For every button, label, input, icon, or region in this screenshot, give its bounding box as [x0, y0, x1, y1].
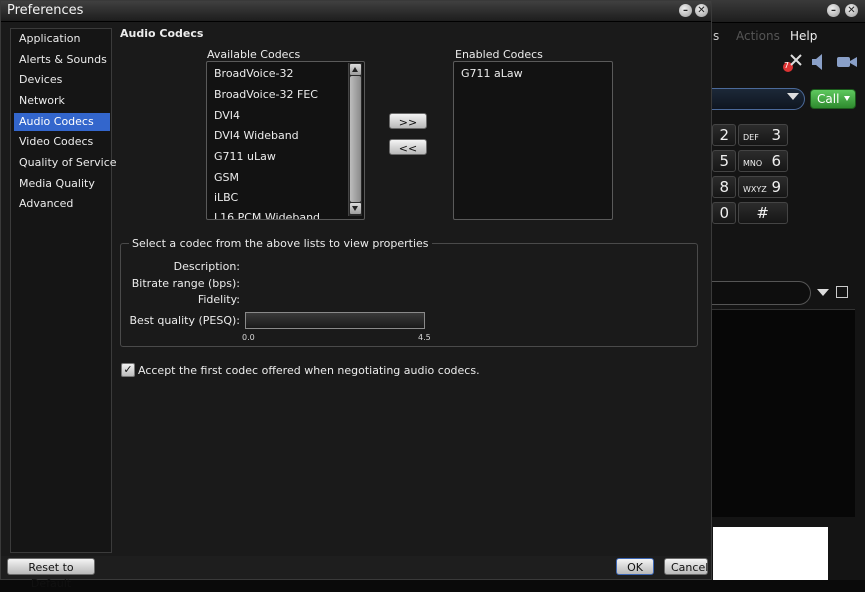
dialog-footer: [1, 556, 711, 579]
scroll-up-icon[interactable]: [350, 64, 361, 75]
available-codecs-list[interactable]: BroadVoice-32 BroadVoice-32 FEC DVI4 DVI…: [206, 61, 365, 220]
list-item[interactable]: L16 PCM Wideband: [214, 211, 320, 219]
enabled-codecs-list[interactable]: G711 aLaw: [453, 61, 613, 220]
menu-item-actions[interactable]: Actions: [736, 29, 780, 43]
contact-search-field[interactable]: [712, 281, 811, 305]
sidebar-item-alerts-sounds[interactable]: Alerts & Sounds: [14, 51, 110, 69]
chevron-down-icon[interactable]: [787, 93, 799, 100]
call-button[interactable]: Call: [810, 89, 856, 109]
list-item[interactable]: G711 aLaw: [461, 67, 523, 80]
preferences-dialog: Preferences – ✕ Application Alerts & Sou…: [0, 0, 712, 590]
pesq-quality-bar: [245, 312, 425, 329]
reset-to-default-button[interactable]: Reset to Default: [7, 558, 95, 590]
codec-properties-legend: Select a codec from the above lists to v…: [129, 237, 432, 250]
list-item[interactable]: DVI4: [214, 109, 240, 122]
keypad-key-0[interactable]: 0: [712, 202, 736, 224]
minimize-icon[interactable]: –: [679, 4, 692, 17]
cancel-button[interactable]: Cancel: [664, 558, 708, 575]
description-label: Description:: [173, 260, 240, 273]
bitrate-range-label: Bitrate range (bps):: [131, 277, 240, 290]
menu-item-partial[interactable]: s: [713, 29, 719, 43]
video-camera-icon[interactable]: [836, 54, 858, 74]
available-codecs-scrollbar[interactable]: [348, 63, 362, 216]
pesq-label: Best quality (PESQ):: [129, 314, 241, 327]
sidebar-item-advanced[interactable]: Advanced: [14, 195, 110, 213]
keypad-key-3[interactable]: DEF 3: [738, 124, 788, 146]
list-item[interactable]: BroadVoice-32 FEC: [214, 88, 318, 101]
ok-button[interactable]: OK: [616, 558, 654, 575]
close-icon[interactable]: ✕: [695, 4, 708, 17]
keypad-key-8[interactable]: 8: [712, 176, 736, 198]
scroll-down-icon[interactable]: [350, 203, 361, 214]
accept-first-codec-checkbox[interactable]: ✓: [121, 363, 135, 377]
pesq-min-tick: 0.0: [242, 333, 255, 342]
menu-item-help[interactable]: Help: [790, 29, 817, 43]
keypad-key-2[interactable]: 2: [712, 124, 736, 146]
minimize-icon[interactable]: –: [827, 4, 840, 17]
sidebar-item-quality-of-service[interactable]: Quality of Service: [14, 154, 117, 172]
section-title: Audio Codecs: [120, 27, 204, 40]
contacts-panel: [712, 309, 855, 517]
background-blank-area: [713, 527, 828, 580]
sidebar-item-application[interactable]: Application: [14, 30, 110, 48]
popout-icon[interactable]: [836, 286, 848, 298]
sidebar-item-media-quality[interactable]: Media Quality: [14, 175, 110, 193]
sidebar-item-audio-codecs[interactable]: Audio Codecs: [14, 113, 110, 131]
chevron-down-icon[interactable]: [817, 289, 829, 296]
sidebar-item-devices[interactable]: Devices: [14, 71, 110, 89]
available-codecs-label: Available Codecs: [207, 48, 301, 61]
sidebar-item-network[interactable]: Network: [14, 92, 110, 110]
close-icon[interactable]: ✕: [845, 4, 858, 17]
background-titlebar: – ✕: [700, 0, 865, 23]
fidelity-label: Fidelity:: [197, 293, 240, 306]
pesq-max-tick: 4.5: [418, 333, 431, 342]
list-item[interactable]: iLBC: [214, 191, 238, 204]
keypad-key-6[interactable]: MNO 6: [738, 150, 788, 172]
disable-codec-button[interactable]: <<: [389, 139, 427, 155]
scrollbar-thumb[interactable]: [350, 76, 361, 202]
dialog-title: Preferences: [7, 3, 84, 18]
list-item[interactable]: G711 uLaw: [214, 150, 276, 163]
voicemail-icon[interactable]: 7: [781, 53, 803, 77]
dialog-titlebar[interactable]: Preferences – ✕: [1, 1, 711, 22]
keypad-key-hash[interactable]: #: [738, 202, 788, 224]
list-item[interactable]: BroadVoice-32: [214, 67, 294, 80]
enable-codec-button[interactable]: >>: [389, 113, 427, 129]
list-item[interactable]: DVI4 Wideband: [214, 129, 299, 142]
speaker-icon[interactable]: [810, 52, 828, 76]
list-item[interactable]: GSM: [214, 171, 239, 184]
sidebar-item-video-codecs[interactable]: Video Codecs: [14, 133, 110, 151]
voicemail-badge: 7: [784, 61, 790, 70]
keypad-key-9[interactable]: WXYZ 9: [738, 176, 788, 198]
keypad-key-5[interactable]: 5: [712, 150, 736, 172]
enabled-codecs-label: Enabled Codecs: [455, 48, 543, 61]
accept-first-codec-label[interactable]: Accept the first codec offered when nego…: [138, 364, 480, 377]
preferences-sidebar: Application Alerts & Sounds Devices Netw…: [10, 28, 117, 553]
